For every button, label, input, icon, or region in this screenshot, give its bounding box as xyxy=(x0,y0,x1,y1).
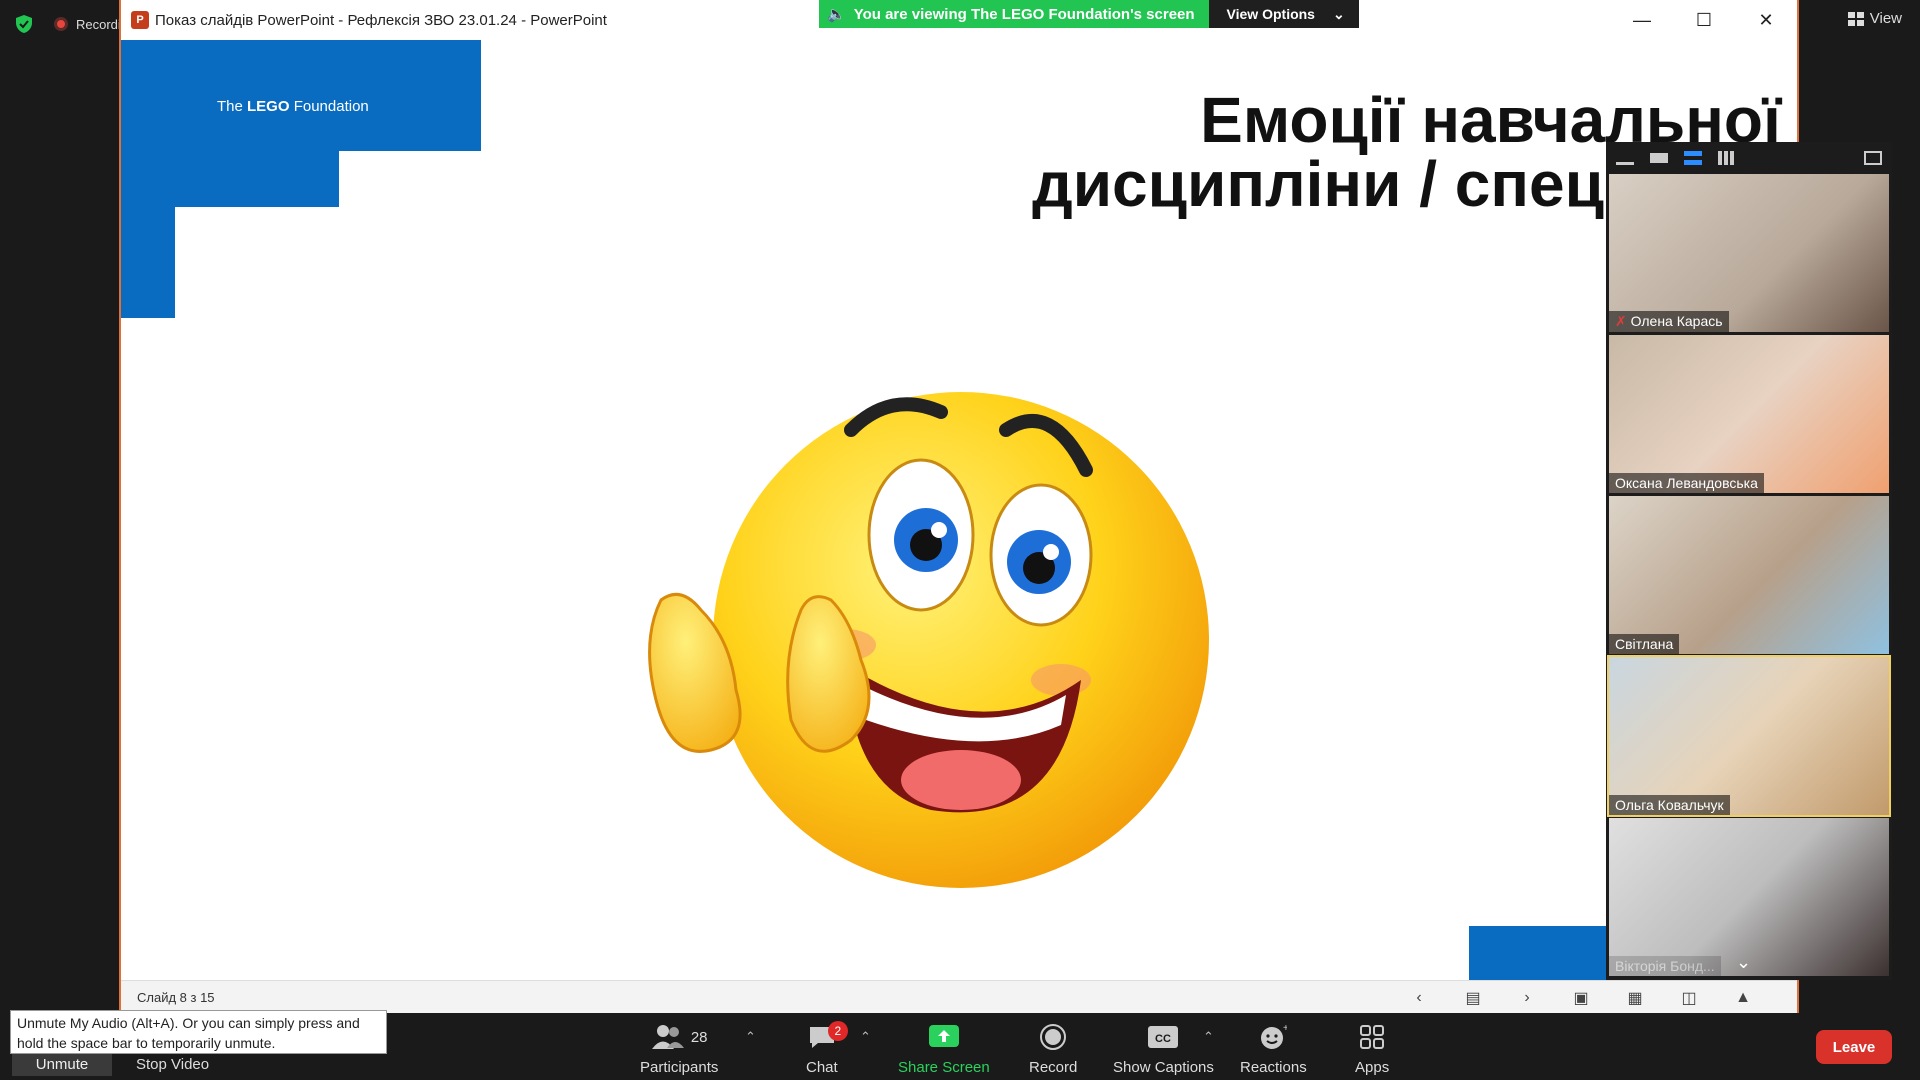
slide-canvas: The LEGO Foundation Емоції навчальної ди… xyxy=(121,40,1797,980)
previous-slide-icon[interactable]: ‹ xyxy=(1405,989,1433,1007)
apps-label: Apps xyxy=(1355,1059,1390,1076)
recording-label: Recording xyxy=(76,16,124,32)
chevron-down-icon[interactable]: ⌄ xyxy=(1736,952,1751,973)
participant-name: Вікторія Бонд... xyxy=(1609,956,1721,976)
video-gallery-panel: ✗ Олена Карась Оксана Левандовська Світл… xyxy=(1606,142,1892,980)
logo-brand: LEGO xyxy=(247,98,290,115)
window-title: Показ слайдів PowerPoint - Рефлексія ЗВО… xyxy=(155,11,607,29)
share-screen-button[interactable]: Share Screen xyxy=(898,1019,990,1076)
logo-suffix: Foundation xyxy=(289,98,369,115)
next-slide-icon[interactable]: › xyxy=(1513,989,1541,1007)
recording-indicator[interactable]: Recording xyxy=(54,15,124,33)
grid-view-icon xyxy=(1847,11,1864,26)
chat-icon: 2 xyxy=(808,1019,848,1055)
slide-counter: Слайд 8 з 15 xyxy=(137,989,215,1005)
minimize-video-icon[interactable] xyxy=(1616,151,1634,165)
slideshow-icon[interactable]: ▲ xyxy=(1729,989,1757,1007)
captions-label: Show Captions xyxy=(1113,1059,1214,1076)
lego-foundation-logo: The LEGO Foundation xyxy=(217,98,369,115)
reading-view-icon[interactable]: ◫ xyxy=(1675,988,1703,1008)
participants-count: 28 xyxy=(690,1028,708,1046)
participant-name: ✗ Олена Карась xyxy=(1609,311,1729,332)
participant-name: Ольга Ковальчук xyxy=(1609,795,1730,815)
viewing-text: You are viewing The LEGO Foundation's sc… xyxy=(853,5,1195,23)
chevron-down-icon: ⌄ xyxy=(1332,5,1345,22)
view-options-label: View Options xyxy=(1226,6,1315,22)
logo-prefix: The xyxy=(217,98,248,115)
muted-mic-icon: ✗ xyxy=(1615,313,1631,329)
view-label: View xyxy=(1869,10,1902,27)
minimize-icon[interactable]: — xyxy=(1611,0,1673,40)
speaker-view-icon[interactable] xyxy=(1650,153,1668,163)
normal-view-icon[interactable]: ▣ xyxy=(1567,988,1595,1008)
leave-button[interactable]: Leave xyxy=(1816,1030,1892,1064)
show-captions-button[interactable]: CC Show Captions xyxy=(1113,1019,1214,1076)
view-options-button[interactable]: View Options ⌄ xyxy=(1208,0,1359,28)
viewing-banner: 🔈 You are viewing The LEGO Foundation's … xyxy=(819,0,1359,28)
participant-tile[interactable]: ✗ Олена Карась xyxy=(1609,174,1889,332)
slide-blue-block xyxy=(121,40,481,151)
captions-icon: CC xyxy=(1148,1019,1179,1055)
clapping-smiley-image xyxy=(648,392,1209,888)
view-button[interactable]: View xyxy=(1847,10,1902,27)
close-icon[interactable]: ✕ xyxy=(1735,0,1797,40)
stop-video-button[interactable]: Stop Video xyxy=(136,1056,209,1073)
participants-button[interactable]: 28 Participants xyxy=(640,1019,718,1076)
participants-options-icon[interactable]: ⌃ xyxy=(745,1029,756,1045)
participant-name: Світлана xyxy=(1609,634,1680,654)
chat-label: Chat xyxy=(806,1059,838,1076)
slide-sorter-icon[interactable]: ▦ xyxy=(1621,988,1649,1008)
participant-tile-active-speaker[interactable]: Ольга Ковальчук xyxy=(1607,655,1891,817)
popout-icon[interactable] xyxy=(1864,151,1882,165)
share-screen-label: Share Screen xyxy=(898,1059,990,1076)
gallery-view-icon[interactable] xyxy=(1718,151,1736,165)
maximize-icon[interactable]: ☐ xyxy=(1673,0,1735,40)
shared-screen: P Показ слайдів PowerPoint - Рефлексія З… xyxy=(119,0,1799,1013)
unmute-tooltip: Unmute My Audio (Alt+A). Or you can simp… xyxy=(10,1010,387,1054)
notes-icon[interactable]: ▤ xyxy=(1459,988,1487,1008)
record-icon xyxy=(1039,1019,1067,1055)
chat-badge: 2 xyxy=(827,1021,848,1041)
shield-icon[interactable] xyxy=(14,14,34,34)
participant-name-text: Олена Карась xyxy=(1630,313,1723,329)
svg-text:CC: CC xyxy=(1156,1033,1172,1045)
window-controls: — ☐ ✕ xyxy=(1611,0,1797,40)
record-label: Record xyxy=(1029,1059,1078,1076)
record-button[interactable]: Record xyxy=(1029,1019,1077,1076)
powerpoint-icon: P xyxy=(131,11,149,29)
reactions-button[interactable]: + Reactions xyxy=(1240,1019,1307,1076)
captions-options-icon[interactable]: ⌃ xyxy=(1203,1029,1214,1045)
apps-button[interactable]: Apps xyxy=(1355,1019,1389,1076)
record-dot-icon xyxy=(54,17,68,31)
strip-view-icon[interactable] xyxy=(1684,151,1702,165)
slide-blue-block xyxy=(121,207,175,318)
unmute-button[interactable]: Unmute xyxy=(12,1052,112,1076)
apps-icon xyxy=(1359,1019,1385,1055)
chat-options-icon[interactable]: ⌃ xyxy=(860,1029,871,1045)
viewing-notice: 🔈 You are viewing The LEGO Foundation's … xyxy=(819,0,1209,28)
reactions-label: Reactions xyxy=(1240,1059,1307,1076)
participant-name: Оксана Левандовська xyxy=(1609,473,1764,493)
slideshow-status-bar: Слайд 8 з 15 ‹ ▤ › ▣ ▦ ◫ ▲ xyxy=(121,980,1797,1013)
participant-tile[interactable]: Світлана xyxy=(1609,496,1889,654)
slideshow-nav: ‹ ▤ › ▣ ▦ ◫ ▲ xyxy=(1405,981,1757,1014)
participant-tile[interactable]: Оксана Левандовська xyxy=(1609,335,1889,493)
share-screen-icon xyxy=(928,1019,959,1055)
participants-icon: 28 xyxy=(651,1019,708,1055)
participants-label: Participants xyxy=(640,1059,719,1076)
gallery-header xyxy=(1606,142,1892,174)
chat-button[interactable]: 2 Chat xyxy=(806,1019,848,1076)
slide-blue-block xyxy=(121,151,339,207)
speaker-icon: 🔈 xyxy=(827,6,846,23)
reactions-icon: + xyxy=(1259,1019,1287,1055)
svg-text:+: + xyxy=(1283,1023,1287,1034)
